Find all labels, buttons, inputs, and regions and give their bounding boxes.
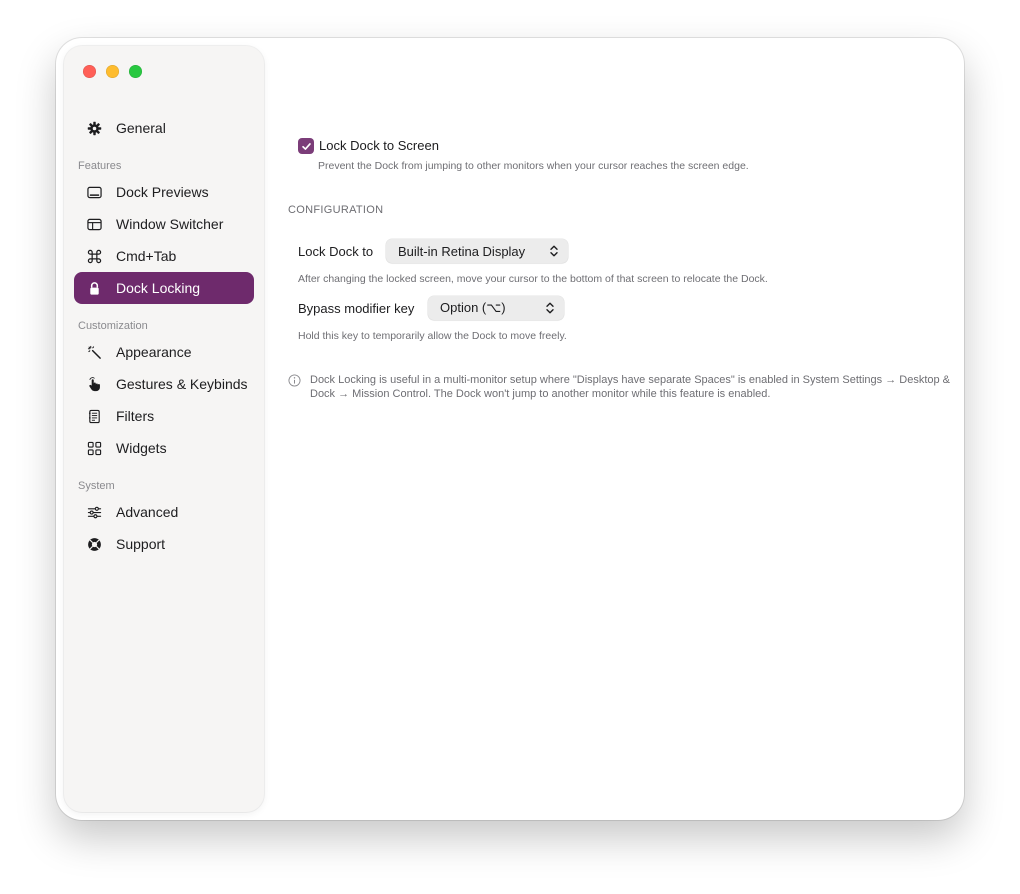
sidebar-item-gestures-keybinds[interactable]: Gestures & Keybinds [74, 368, 254, 400]
window-layout-icon [86, 216, 102, 232]
bypass-modifier-value: Option (⌥) [440, 300, 506, 315]
dock-icon [86, 184, 102, 200]
lock-dock-to-description: After changing the locked screen, move y… [298, 273, 768, 285]
sidebar-item-label: Cmd+Tab [116, 248, 177, 264]
command-icon [86, 248, 102, 264]
sidebar-item-label: Widgets [116, 440, 167, 456]
lifebuoy-icon [86, 536, 102, 552]
sidebar-item-label: Dock Locking [116, 280, 201, 296]
configuration-heading: CONFIGURATION [288, 204, 384, 216]
hand-pointer-icon [86, 376, 102, 392]
sidebar-item-label: Support [116, 536, 166, 552]
gear-icon [86, 120, 102, 136]
magic-wand-icon [86, 344, 102, 360]
sidebar-item-appearance[interactable]: Appearance [74, 336, 254, 368]
sidebar-item-label: Advanced [116, 504, 179, 520]
sidebar-item-cmd-tab[interactable]: Cmd+Tab [74, 240, 254, 272]
sidebar-item-label: Gestures & Keybinds [116, 376, 248, 392]
bypass-modifier-description: Hold this key to temporarily allow the D… [298, 330, 567, 342]
sidebar-item-general[interactable]: General [74, 112, 254, 144]
info-icon [288, 374, 301, 387]
sidebar: General Features Dock Previews Window Sw… [64, 46, 264, 812]
settings-window: General Features Dock Previews Window Sw… [56, 38, 964, 820]
sidebar-item-dock-locking[interactable]: Dock Locking [74, 272, 254, 304]
sidebar-item-label: Appearance [116, 344, 192, 360]
chevron-up-down-icon [550, 245, 558, 257]
sidebar-item-dock-previews[interactable]: Dock Previews [74, 176, 254, 208]
lock-dock-label[interactable]: Lock Dock to Screen [319, 138, 439, 154]
checkmark-icon [301, 142, 311, 150]
sidebar-item-window-switcher[interactable]: Window Switcher [74, 208, 254, 240]
sidebar-item-support[interactable]: Support [74, 528, 254, 560]
section-label-system: System [78, 480, 115, 492]
lock-icon [86, 280, 102, 296]
widgets-grid-icon [86, 440, 102, 456]
sidebar-item-advanced[interactable]: Advanced [74, 496, 254, 528]
lock-dock-checkbox[interactable] [298, 138, 314, 154]
sliders-icon [86, 504, 102, 520]
section-label-customization: Customization [78, 320, 148, 332]
chevron-up-down-icon [546, 302, 554, 314]
filter-doc-icon [86, 408, 102, 424]
sidebar-item-widgets[interactable]: Widgets [74, 432, 254, 464]
sidebar-item-label: Dock Previews [116, 184, 209, 200]
bypass-modifier-label: Bypass modifier key [298, 301, 415, 316]
sidebar-item-label: General [116, 120, 166, 136]
minimize-window-button[interactable] [106, 65, 119, 78]
zoom-window-button[interactable] [129, 65, 142, 78]
close-window-button[interactable] [83, 65, 96, 78]
sidebar-item-filters[interactable]: Filters [74, 400, 254, 432]
bypass-modifier-select[interactable]: Option (⌥) [428, 296, 564, 320]
sidebar-item-label: Filters [116, 408, 155, 424]
main-content: Lock Dock to Screen Prevent the Dock fro… [264, 38, 964, 820]
lock-dock-to-label: Lock Dock to [298, 244, 374, 259]
lock-dock-to-select[interactable]: Built-in Retina Display [386, 239, 568, 263]
info-note: Dock Locking is useful in a multi-monito… [310, 374, 951, 400]
section-label-features: Features [78, 160, 122, 172]
lock-dock-description: Prevent the Dock from jumping to other m… [318, 160, 749, 172]
sidebar-item-label: Window Switcher [116, 216, 224, 232]
lock-dock-to-value: Built-in Retina Display [398, 243, 526, 259]
